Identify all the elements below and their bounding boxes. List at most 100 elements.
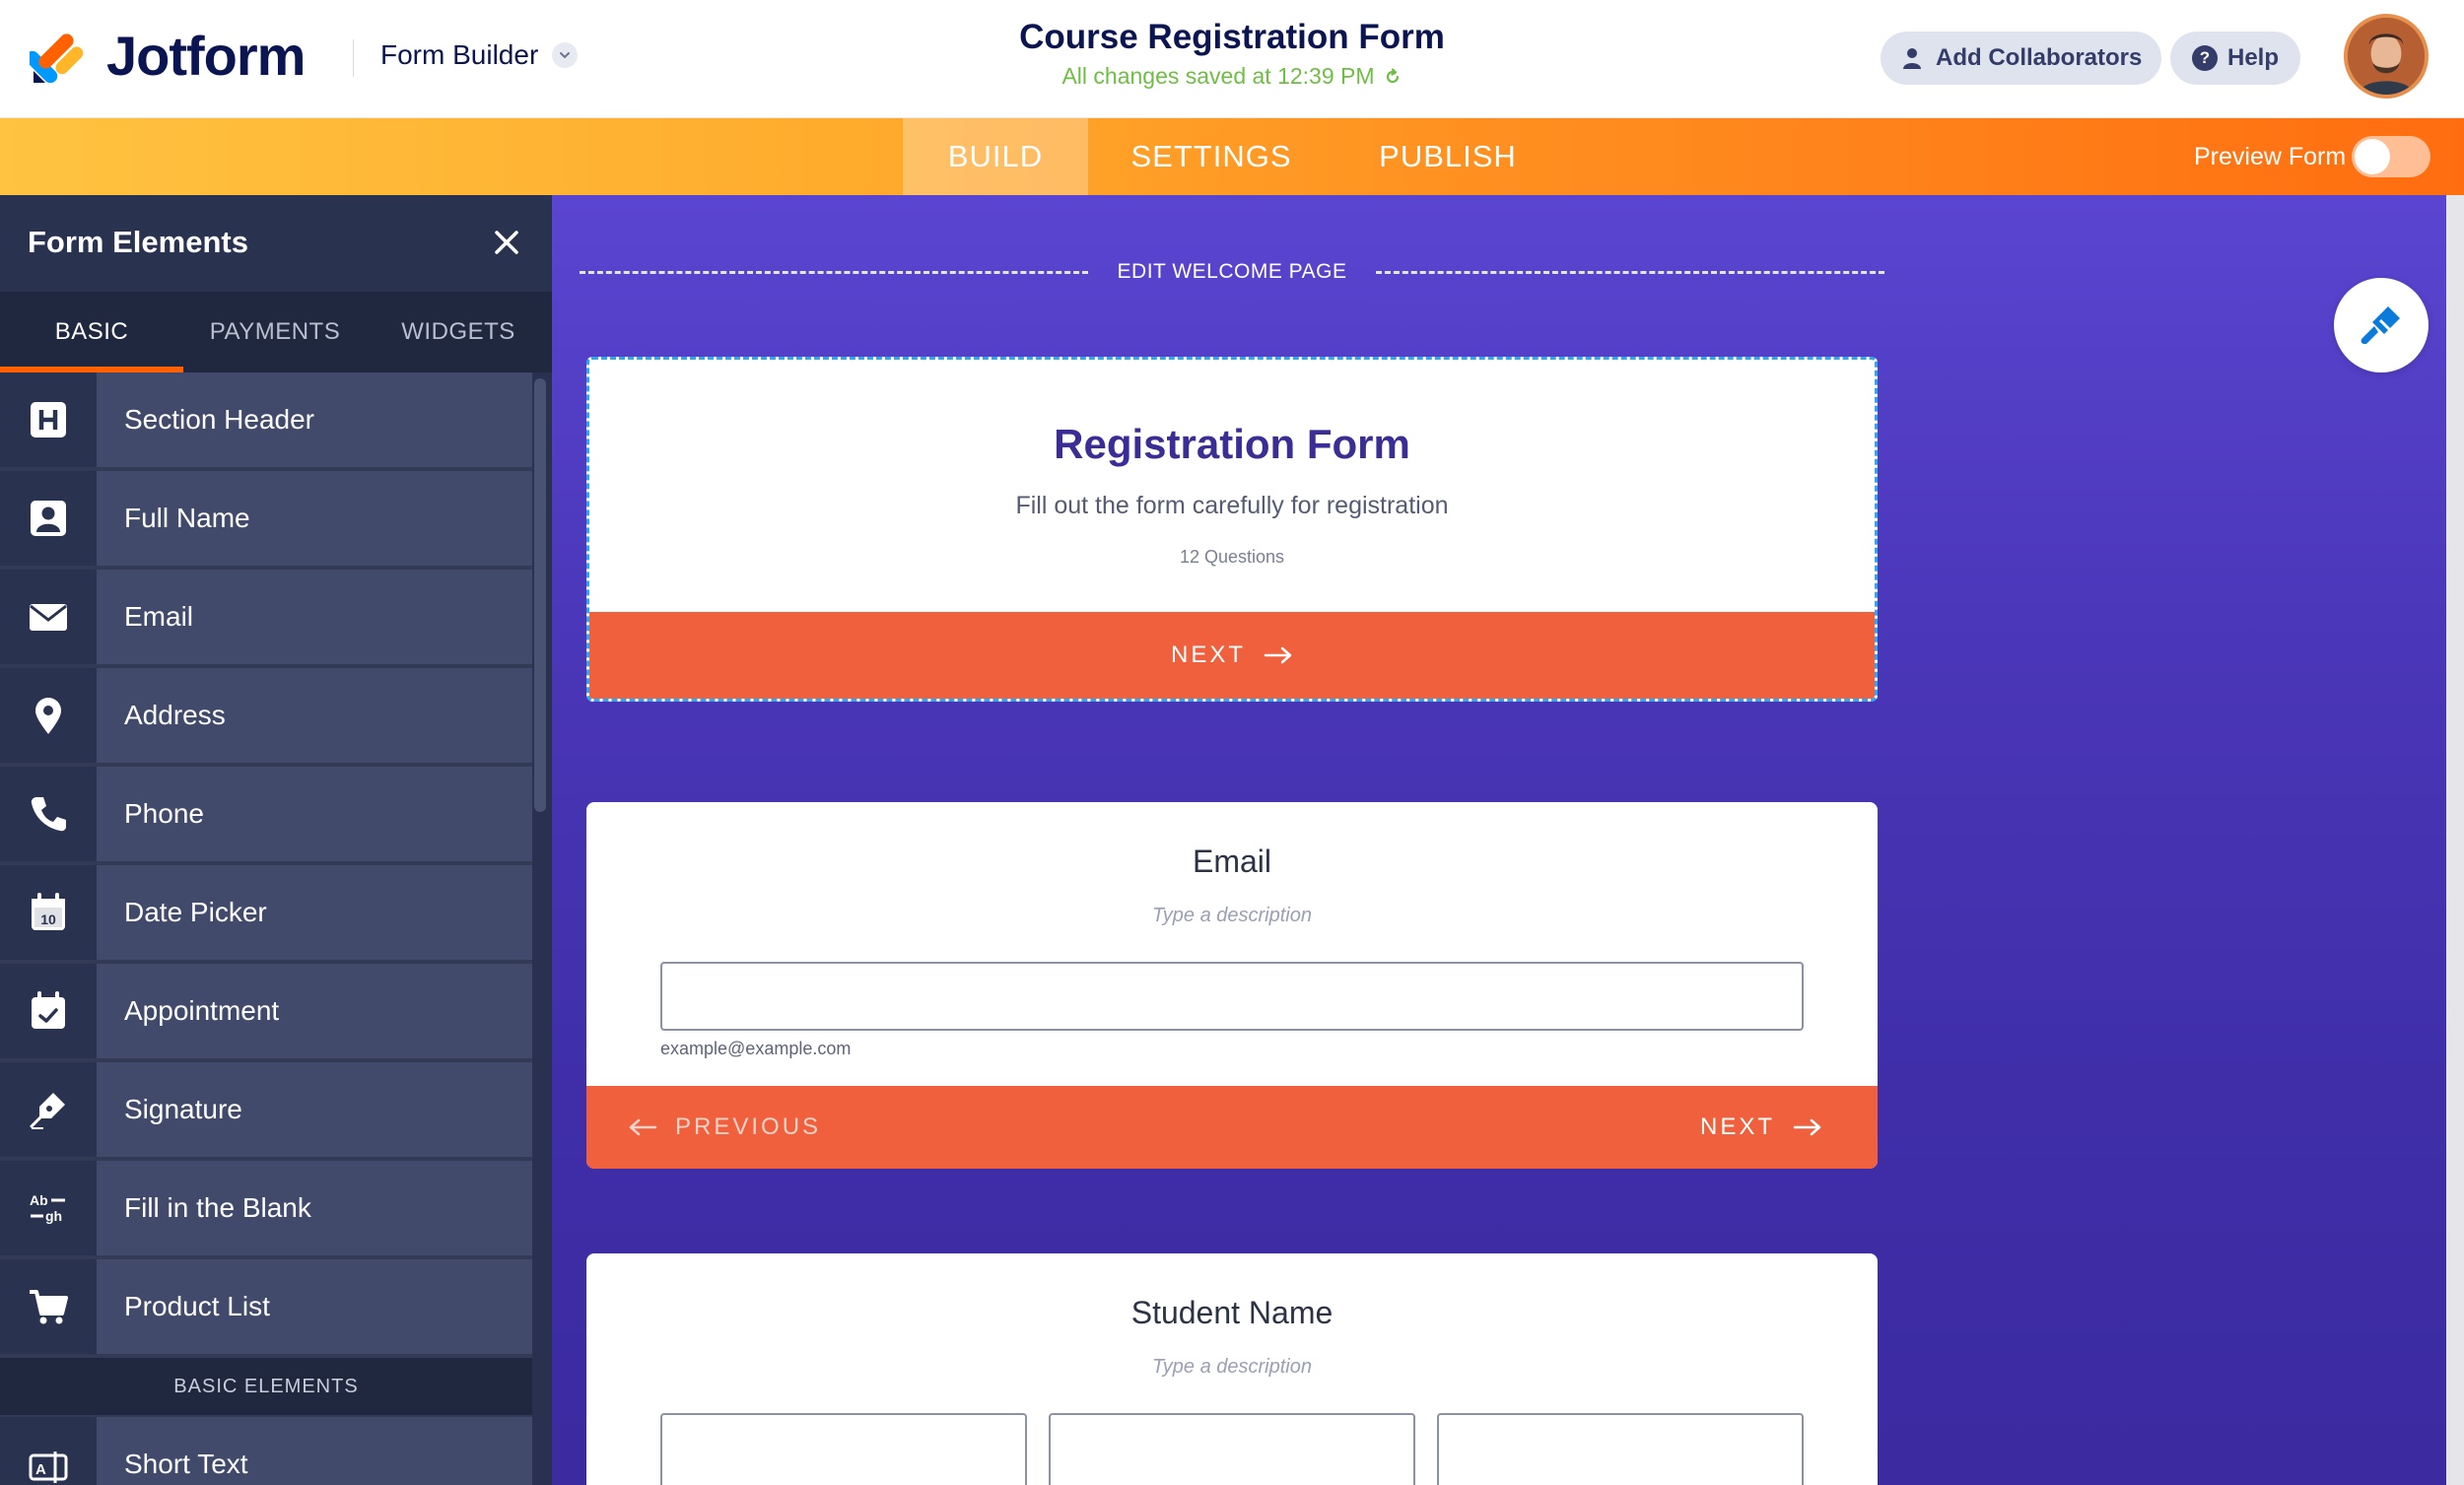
question-description[interactable]: Type a description [586,905,1878,927]
next-label: NEXT [1699,1114,1775,1140]
tab-build[interactable]: BUILD [903,118,1088,195]
section-label-basic-elements: BASIC ELEMENTS [0,1358,532,1415]
question-circle-icon: ? [2192,45,2218,71]
element-address[interactable]: Address [0,668,532,767]
previous-label: PREVIOUS [675,1114,822,1140]
phone-icon [0,767,97,861]
preview-form-toggle[interactable] [2352,136,2430,177]
email-input[interactable] [660,962,1804,1031]
jotform-logo-icon [30,33,84,83]
element-product-list[interactable]: Product List [0,1259,532,1358]
element-signature[interactable]: Signature [0,1062,532,1161]
element-appointment[interactable]: Appointment [0,964,532,1062]
avatar[interactable] [2344,14,2429,99]
heading-icon [0,372,97,467]
element-label: Address [97,668,532,763]
fill-blank-icon: Ab gh [0,1161,97,1255]
form-designer-button[interactable] [2334,278,2429,372]
refresh-icon [1386,67,1399,83]
form-title[interactable]: Course Registration Form [1019,18,1445,57]
welcome-footer: NEXT [589,612,1875,699]
scrollbar-thumb[interactable] [534,378,546,812]
elements-list: Section Header Full Name Email Address P… [0,372,532,1485]
arrow-right-icon [1793,1118,1821,1136]
chevron-down-icon [552,42,579,68]
last-name-input[interactable] [1437,1413,1804,1485]
element-email[interactable]: Email [0,570,532,668]
person-icon [0,471,97,566]
user-icon [1903,48,1921,69]
element-date-picker[interactable]: 10 Date Picker [0,865,532,964]
add-collaborators-label: Add Collaborators [1936,44,2143,71]
pen-nib-icon [0,1062,97,1157]
welcome-title[interactable]: Registration Form [589,421,1875,468]
envelope-icon [0,570,97,664]
question-title[interactable]: Email [586,844,1878,880]
svg-text:Ab: Ab [30,1192,48,1208]
save-status-text: All changes saved at 12:39 PM [1061,63,1375,89]
close-icon[interactable] [489,225,524,260]
panel-scrollbar[interactable] [532,372,552,1485]
brand-name: Jotform [106,25,306,87]
next-button[interactable]: NEXT [1171,641,1293,669]
dashed-divider [580,270,1088,274]
tab-settings[interactable]: SETTINGS [1088,118,1335,195]
element-full-name[interactable]: Full Name [0,471,532,570]
question-description[interactable]: Type a description [586,1356,1878,1379]
previous-button[interactable]: PREVIOUS [628,1114,821,1141]
arrow-left-icon [629,1118,657,1136]
svg-text:A: A [35,1461,46,1478]
calendar-check-icon [0,964,97,1058]
student-name-question-card[interactable]: Student Name Type a description [586,1253,1878,1485]
element-label: Phone [97,767,532,861]
edit-welcome-page[interactable]: EDIT WELCOME PAGE [580,260,1884,284]
welcome-subtitle[interactable]: Fill out the form carefully for registra… [589,492,1875,520]
dashed-divider [1376,270,1884,274]
edit-welcome-label: EDIT WELCOME PAGE [1117,260,1347,283]
help-button[interactable]: ? Help [2170,32,2301,85]
form-builder-label: Form Builder [380,39,539,70]
element-label: Full Name [97,471,532,566]
jotform-logo[interactable]: Jotform [30,24,306,88]
top-header: Jotform Form Builder Course Registration… [0,0,2464,118]
builder-navbar: BUILD SETTINGS PUBLISH Preview Form [0,118,2464,195]
element-label: Signature [97,1062,532,1157]
paint-roller-icon [2361,306,2400,344]
element-section-header[interactable]: Section Header [0,372,532,471]
svg-text:10: 10 [40,911,56,927]
first-name-input[interactable] [660,1413,1027,1485]
panel-header: Form Elements [0,195,552,292]
next-button[interactable]: NEXT [1700,1114,1822,1141]
element-label: Section Header [97,372,532,467]
tab-publish[interactable]: PUBLISH [1335,118,1561,195]
welcome-card[interactable]: Registration Form Fill out the form care… [586,357,1878,702]
element-fill-in-the-blank[interactable]: Ab gh Fill in the Blank [0,1161,532,1259]
tab-basic[interactable]: BASIC [0,292,183,372]
form-builder-dropdown[interactable]: Form Builder [380,39,579,71]
middle-name-input[interactable] [1049,1413,1415,1485]
header-divider [353,39,354,77]
preview-form-label: Preview Form [2194,142,2347,170]
element-label: Date Picker [97,865,532,960]
element-phone[interactable]: Phone [0,767,532,865]
question-footer: PREVIOUS NEXT [586,1086,1878,1169]
question-count: 12 Questions [1179,547,1285,567]
next-label: NEXT [1170,641,1246,668]
element-short-text[interactable]: A Short Text [0,1417,532,1485]
panel-tabs: BASIC PAYMENTS WIDGETS [0,292,552,372]
tab-widgets[interactable]: WIDGETS [367,292,550,372]
question-title[interactable]: Student Name [586,1295,1878,1331]
help-label: Help [2227,44,2280,71]
text-field-icon: A [0,1417,97,1485]
element-label: Short Text [97,1417,532,1485]
element-label: Email [97,570,532,664]
email-question-card[interactable]: Email Type a description example@example… [586,802,1878,1169]
add-collaborators-button[interactable]: Add Collaborators [1881,32,2162,85]
element-label: Appointment [97,964,532,1058]
element-label: Fill in the Blank [97,1161,532,1255]
tab-payments[interactable]: PAYMENTS [183,292,367,372]
form-canvas: EDIT WELCOME PAGE Registration Form Fill… [552,195,2464,1485]
svg-text:gh: gh [45,1208,62,1224]
element-label: Product List [97,1259,532,1354]
email-sublabel[interactable]: example@example.com [660,1039,851,1059]
